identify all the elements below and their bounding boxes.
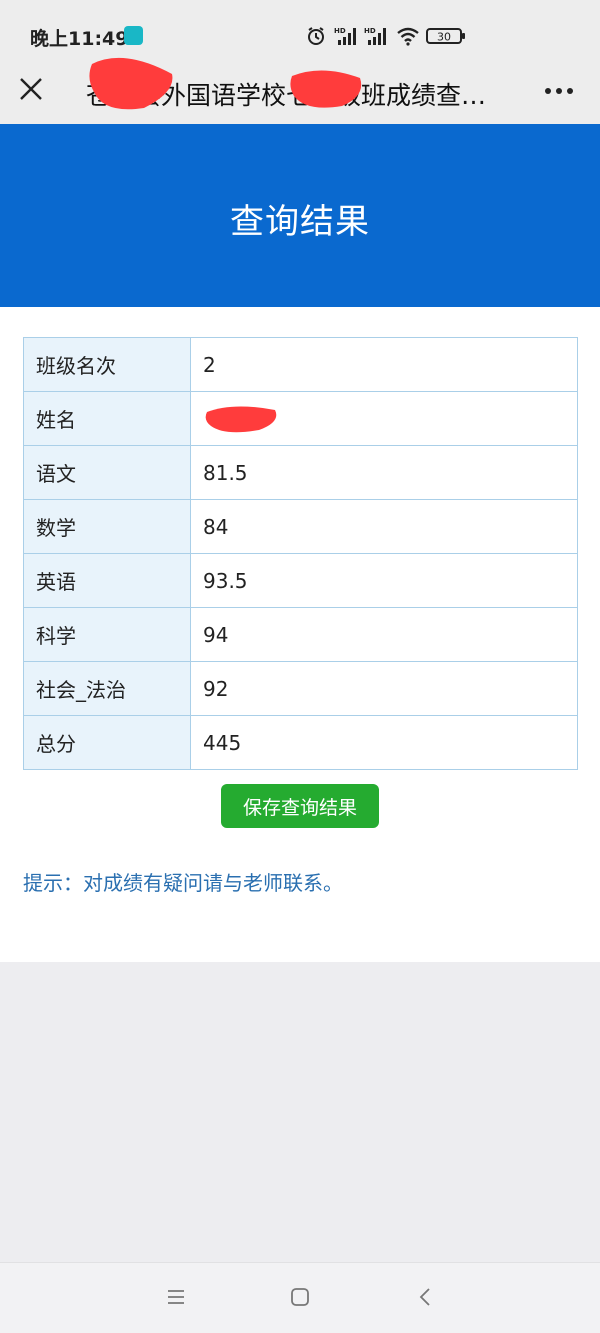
cell-signal-icon-2: HD [364,27,386,45]
redaction-mark [205,406,277,433]
redaction-mark [89,57,173,110]
name-value-cell [190,391,578,446]
svg-text:HD: HD [364,27,376,35]
row-value: 445 [190,715,578,770]
table-row: 班级名次 2 [23,337,578,392]
app-notification-icon [124,26,143,45]
close-icon[interactable] [18,76,44,102]
row-value: 81.5 [190,445,578,500]
nav-bar: 苍南县外国语学校七年级班成绩查… [0,57,600,124]
table-row: 语文 81.5 [23,445,578,500]
table-row: 姓名 [23,391,578,446]
row-label: 班级名次 [23,337,191,392]
banner-title: 查询结果 [230,202,370,242]
system-nav-bar [0,1262,600,1333]
table-row: 总分 445 [23,715,578,770]
row-label: 社会_法治 [23,661,191,716]
header-banner: 查询结果 [0,124,600,307]
row-label: 姓名 [23,391,191,446]
table-row: 数学 84 [23,499,578,554]
more-icon[interactable] [544,86,574,96]
row-label: 数学 [23,499,191,554]
results-panel: 班级名次 2 姓名 语文 81.5 数学 84 英语 93.5 科学 94 社会… [0,307,600,962]
row-value: 92 [190,661,578,716]
row-value: 93.5 [190,553,578,608]
redaction-mark [290,70,362,108]
back-icon[interactable] [416,1287,436,1307]
wifi-icon [397,27,419,46]
table-row: 社会_法治 92 [23,661,578,716]
home-icon[interactable] [290,1287,310,1307]
row-value: 2 [190,337,578,392]
status-time: 晚上11:49 [30,28,129,50]
row-value: 94 [190,607,578,662]
hint-text: 提示：对成绩有疑问请与老师联系。 [23,871,343,895]
row-label: 总分 [23,715,191,770]
row-label: 英语 [23,553,191,608]
table-row: 科学 94 [23,607,578,662]
battery-icon: 30 [426,28,465,44]
row-value: 84 [190,499,578,554]
results-table: 班级名次 2 姓名 语文 81.5 数学 84 英语 93.5 科学 94 社会… [23,337,578,770]
svg-text:30: 30 [437,31,451,44]
row-label: 语文 [23,445,191,500]
svg-text:HD: HD [334,27,346,35]
menu-icon[interactable] [166,1287,186,1307]
alarm-icon [308,27,324,45]
save-results-button[interactable]: 保存查询结果 [221,784,379,828]
table-row: 英语 93.5 [23,553,578,608]
row-label: 科学 [23,607,191,662]
cell-signal-icon: HD [334,27,356,45]
